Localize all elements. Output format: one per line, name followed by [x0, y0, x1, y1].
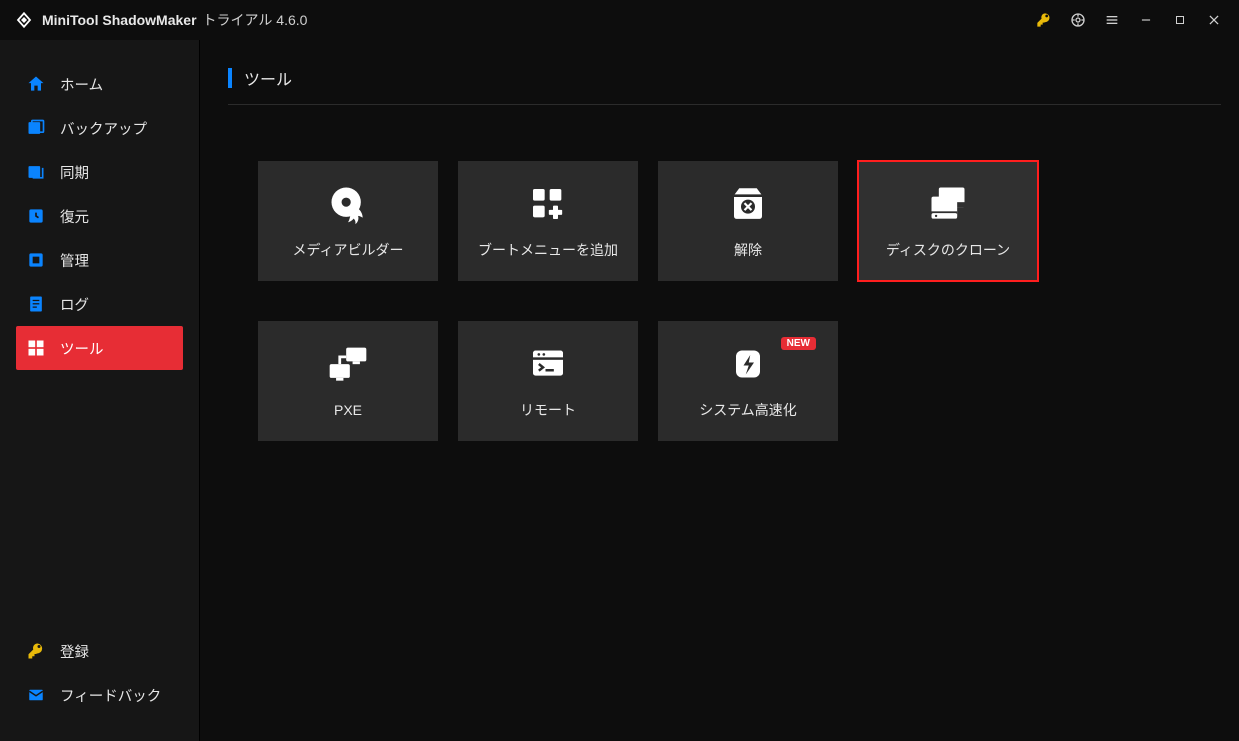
box-x-icon [724, 182, 772, 226]
tool-unmount[interactable]: 解除 [658, 161, 838, 281]
home-icon [26, 74, 46, 94]
tool-system-speedup[interactable]: NEW システム高速化 [658, 321, 838, 441]
maximize-button[interactable] [1163, 5, 1197, 35]
close-button[interactable] [1197, 5, 1231, 35]
sidebar-item-manage[interactable]: 管理 [16, 238, 183, 282]
restore-icon [26, 206, 46, 226]
sidebar-item-label: ログ [60, 294, 89, 315]
tool-pxe[interactable]: PXE [258, 321, 438, 441]
grid-plus-icon [524, 182, 572, 226]
key-icon [26, 641, 46, 661]
tools-grid: メディアビルダー ブートメニューを追加 [258, 161, 1221, 441]
minimize-button[interactable] [1129, 5, 1163, 35]
bolt-app-icon [724, 342, 772, 386]
disk-stack-icon [924, 182, 972, 226]
activate-key-button[interactable] [1027, 5, 1061, 35]
sidebar-item-label: ツール [60, 338, 104, 359]
manage-icon [26, 250, 46, 270]
tool-label: PXE [334, 402, 362, 418]
sidebar-item-feedback[interactable]: フィードバック [16, 673, 183, 717]
tool-label: リモート [520, 400, 576, 420]
sidebar-item-logs[interactable]: ログ [16, 282, 183, 326]
main-content: ツール メディアビルダー [200, 40, 1239, 741]
tool-label: メディアビルダー [292, 240, 403, 260]
help-button[interactable] [1061, 5, 1095, 35]
sidebar-item-label: 復元 [60, 206, 89, 227]
sidebar-item-restore[interactable]: 復元 [16, 194, 183, 238]
window-titlebar: MiniTool ShadowMaker トライアル 4.6.0 [0, 0, 1239, 40]
backup-icon [26, 118, 46, 138]
sidebar-item-label: 管理 [60, 250, 89, 271]
sidebar-item-label: バックアップ [60, 118, 147, 139]
sidebar-item-backup[interactable]: バックアップ [16, 106, 183, 150]
sidebar-item-sync[interactable]: 同期 [16, 150, 183, 194]
app-logo-icon [14, 10, 34, 30]
tool-label: 解除 [734, 240, 762, 260]
section-title: ツール [244, 66, 292, 90]
tool-label: システム高速化 [699, 400, 797, 420]
menu-button[interactable] [1095, 5, 1129, 35]
tool-label: ブートメニューを追加 [478, 240, 618, 260]
disc-fire-icon [324, 182, 372, 226]
mail-icon [26, 685, 46, 705]
tool-remote[interactable]: リモート [458, 321, 638, 441]
app-edition-version: トライアル 4.6.0 [203, 10, 308, 30]
sidebar: ホーム バックアップ 同期 復元 [0, 40, 200, 741]
tool-add-boot-menu[interactable]: ブートメニューを追加 [458, 161, 638, 281]
app-title: MiniTool ShadowMaker [42, 12, 197, 28]
sidebar-item-label: ホーム [60, 74, 103, 95]
sidebar-item-tools[interactable]: ツール [16, 326, 183, 370]
tool-clone-disk[interactable]: ディスクのクローン [858, 161, 1038, 281]
tool-media-builder[interactable]: メディアビルダー [258, 161, 438, 281]
sidebar-item-home[interactable]: ホーム [16, 62, 183, 106]
sidebar-item-label: フィードバック [60, 685, 161, 706]
sync-icon [26, 162, 46, 182]
network-computers-icon [324, 344, 372, 388]
new-badge: NEW [781, 337, 816, 350]
tool-label: ディスクのクローン [886, 240, 1010, 260]
terminal-window-icon [524, 342, 572, 386]
sidebar-item-label: 登録 [60, 641, 89, 662]
log-icon [26, 294, 46, 314]
section-header: ツール [228, 66, 1221, 105]
tools-grid-icon [26, 338, 46, 358]
section-accent-bar [228, 68, 232, 88]
sidebar-item-register[interactable]: 登録 [16, 629, 183, 673]
sidebar-item-label: 同期 [60, 162, 89, 183]
